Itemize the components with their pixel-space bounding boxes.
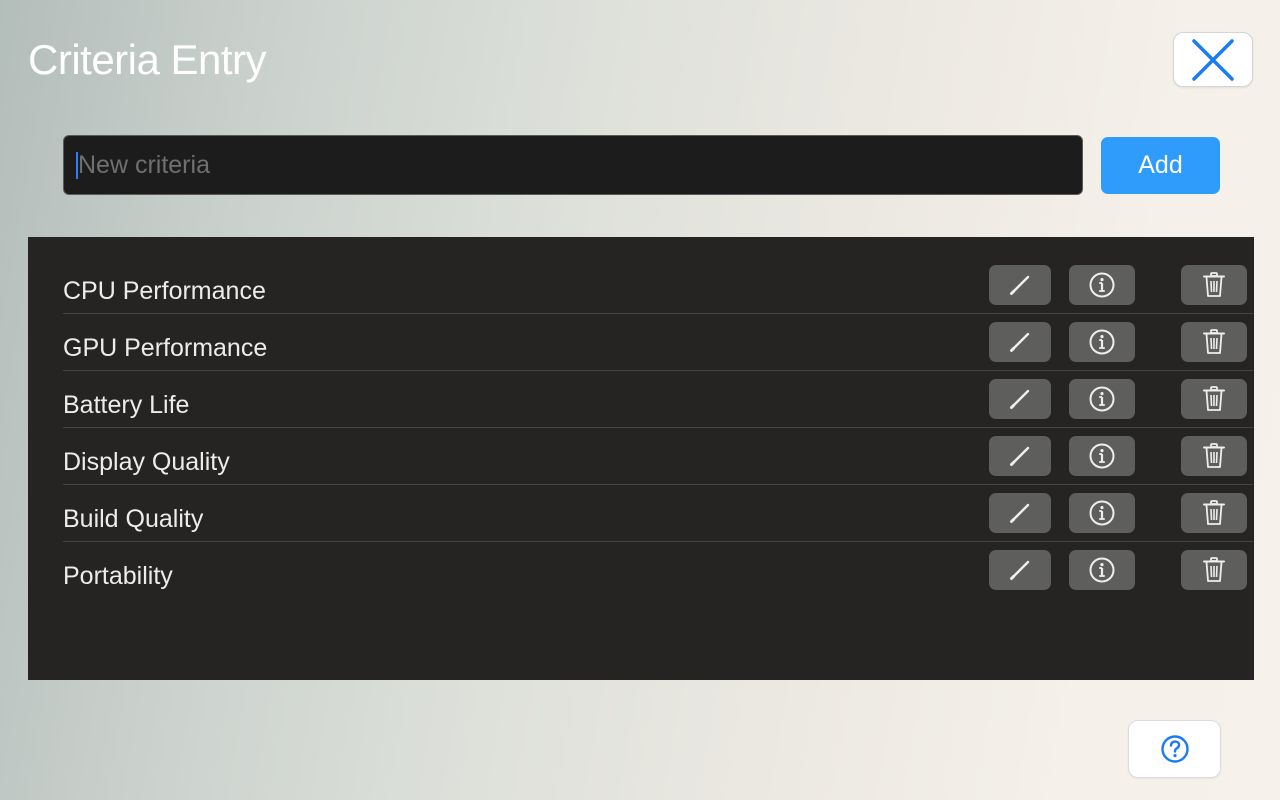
criteria-label: GPU Performance: [63, 334, 268, 362]
delete-button[interactable]: [1181, 436, 1247, 476]
info-button[interactable]: [1069, 493, 1135, 533]
trash-icon: [1203, 557, 1225, 582]
criteria-label: CPU Performance: [63, 277, 266, 305]
delete-button[interactable]: [1181, 322, 1247, 362]
criteria-label: Build Quality: [63, 505, 204, 533]
page-title: Criteria Entry: [28, 36, 267, 83]
close-icon: [1192, 38, 1234, 81]
criteria-row: Display Quality: [63, 436, 1253, 493]
delete-button[interactable]: [1181, 265, 1247, 305]
criteria-label: Display Quality: [63, 448, 230, 476]
delete-button[interactable]: [1181, 493, 1247, 533]
edit-button[interactable]: [989, 493, 1051, 533]
criteria-list: CPU Performance GPU Performance Battery Li…: [28, 237, 1254, 680]
pencil-icon: [1010, 560, 1030, 580]
edit-button[interactable]: [989, 550, 1051, 590]
new-criteria-input[interactable]: [78, 136, 1068, 194]
delete-button[interactable]: [1181, 379, 1247, 419]
info-button[interactable]: [1069, 379, 1135, 419]
info-icon: [1089, 272, 1115, 298]
info-icon: [1089, 386, 1115, 412]
info-icon: [1089, 329, 1115, 355]
trash-icon: [1203, 386, 1225, 411]
help-button[interactable]: [1128, 720, 1221, 778]
pencil-icon: [1010, 389, 1030, 409]
pencil-icon: [1010, 503, 1030, 523]
info-icon: [1089, 500, 1115, 526]
edit-button[interactable]: [989, 436, 1051, 476]
criteria-row: CPU Performance: [63, 265, 1253, 322]
criteria-row: GPU Performance: [63, 322, 1253, 379]
criteria-row: Build Quality: [63, 493, 1253, 550]
trash-icon: [1203, 272, 1225, 297]
info-icon: [1089, 443, 1115, 469]
row-divider: [63, 427, 1253, 428]
row-divider: [63, 484, 1253, 485]
info-button[interactable]: [1069, 550, 1135, 590]
new-criteria-field[interactable]: [63, 135, 1083, 195]
edit-button[interactable]: [989, 322, 1051, 362]
criteria-row: Battery Life: [63, 379, 1253, 436]
criteria-row: Portability: [63, 550, 1253, 607]
row-divider: [63, 313, 1253, 314]
row-divider: [63, 370, 1253, 371]
pencil-icon: [1010, 275, 1030, 295]
trash-icon: [1203, 500, 1225, 525]
add-button[interactable]: Add: [1101, 137, 1220, 194]
criteria-label: Battery Life: [63, 391, 190, 419]
trash-icon: [1203, 329, 1225, 354]
edit-button[interactable]: [989, 379, 1051, 419]
info-button[interactable]: [1069, 265, 1135, 305]
question-mark-icon: [1160, 735, 1189, 763]
info-button[interactable]: [1069, 436, 1135, 476]
trash-icon: [1203, 443, 1225, 468]
info-icon: [1089, 557, 1115, 583]
edit-button[interactable]: [989, 265, 1051, 305]
pencil-icon: [1010, 446, 1030, 466]
criteria-label: Portability: [63, 562, 173, 590]
close-button[interactable]: [1173, 32, 1253, 87]
row-divider: [63, 541, 1253, 542]
pencil-icon: [1010, 332, 1030, 352]
info-button[interactable]: [1069, 322, 1135, 362]
delete-button[interactable]: [1181, 550, 1247, 590]
